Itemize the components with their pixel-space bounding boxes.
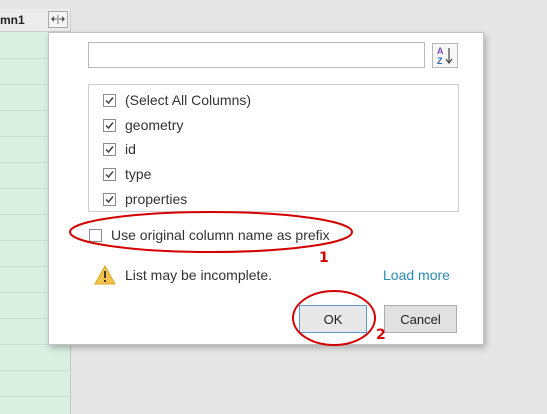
annotation-ellipse-ok [292,290,376,346]
annotation-number-1: 1 [319,250,329,266]
annotation-ellipse-prefix [69,211,353,253]
annotation-number-2: 2 [376,327,386,343]
annotation-overlay [69,211,376,346]
